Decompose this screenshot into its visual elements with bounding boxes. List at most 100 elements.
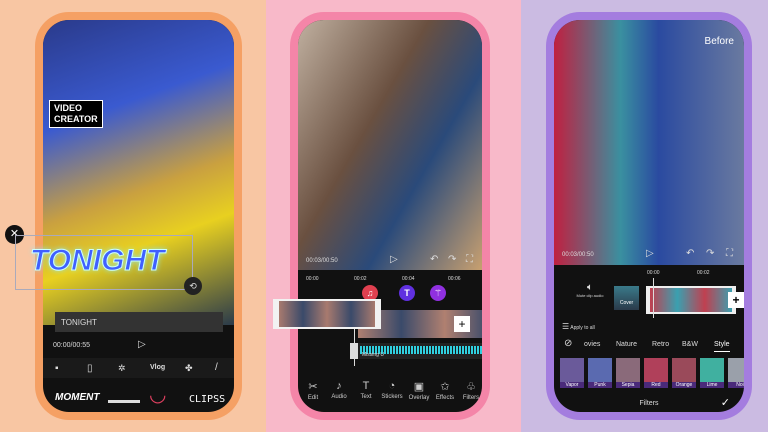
effects-star-icon: ✩ (440, 381, 450, 393)
tool-edit[interactable]: ✂ Edit (300, 380, 326, 401)
filter-punk[interactable]: Punk (588, 358, 612, 388)
brush-icon[interactable]: / (215, 362, 218, 373)
tool-stickers[interactable]: ◔ Stickers (379, 380, 405, 400)
text-t-icon: T (362, 380, 370, 392)
add-clip-button[interactable]: + (728, 292, 744, 308)
tool-audio[interactable]: ♪ Audio (326, 380, 352, 400)
template-icon[interactable]: ▪ (55, 363, 59, 374)
ratio-icon[interactable]: ▯ (87, 363, 93, 374)
mute-clip-button[interactable]: 🔈︎ Mute clip audio (576, 282, 604, 298)
undo-icon[interactable]: ↶ (430, 254, 438, 265)
tool-label: Effects (435, 395, 455, 401)
ruler-mark: 00:02 (697, 270, 710, 276)
style-smile[interactable]: ◡ (149, 382, 166, 407)
audio-label: Missing U (362, 352, 384, 358)
confirm-check-icon[interactable]: ✓ (721, 396, 730, 409)
category-tab-selected[interactable]: Style (714, 341, 730, 352)
filter-label: Lime (700, 382, 724, 388)
filter-label: Orange (672, 382, 696, 388)
filter-label: Noi (728, 382, 744, 388)
ruler-mark: 00:02 (354, 276, 367, 282)
timecode: 00:03/00:50 (562, 252, 594, 258)
phone-timeline: 00:03/00:50 ▷ ↶ ↷ ⛶ 00:00 00:02 00:04 00… (290, 12, 490, 420)
footer-title: Filters (639, 400, 659, 407)
ruler-mark: 00:00 (647, 270, 660, 276)
filter-label: Punk (588, 382, 612, 388)
apply-to-all-button[interactable]: ☰ Apply to all (562, 322, 595, 331)
filter-red[interactable]: Red (644, 358, 668, 388)
filter-label: Red (644, 382, 668, 388)
stickers-icon[interactable]: ✤ (185, 363, 193, 374)
tool-filters[interactable]: ♧ Filters (458, 380, 482, 401)
clip-track[interactable] (646, 286, 736, 314)
category-tab[interactable]: ovies (584, 341, 600, 348)
mute-label: Mute clip audio (576, 293, 604, 298)
music-note-icon: ♪ (336, 380, 342, 392)
filter-noi[interactable]: Noi (728, 358, 744, 388)
audio-track[interactable]: Missing U (350, 343, 482, 359)
filter-orange[interactable]: Orange (672, 358, 696, 388)
style-slider[interactable] (108, 400, 140, 403)
filter-vapor[interactable]: Vapor (560, 358, 584, 388)
filter-label: Vapor (560, 382, 584, 388)
tool-label: Edit (307, 395, 319, 401)
badge-line: CREATOR (54, 114, 98, 124)
speaker-icon: 🔈︎ (587, 282, 593, 293)
filter-sepia[interactable]: Sepia (616, 358, 640, 388)
text-input[interactable]: TONIGHT (55, 312, 223, 332)
add-clip-button[interactable]: + (454, 316, 470, 332)
tool-label: Overlay (408, 395, 430, 401)
play-button[interactable]: ▷ (646, 248, 654, 259)
phone-filters: Before 00:03/00:50 ▷ ↶ ↷ ⛶ 00:00 00:02 🔈… (546, 12, 752, 420)
effects-icon[interactable]: ✲ (118, 363, 126, 374)
tool-label: Text (360, 394, 372, 400)
redo-icon[interactable]: ↷ (706, 248, 714, 259)
sticker-icon: ◔ (388, 380, 396, 392)
tool-effects[interactable]: ✩ Effects (432, 380, 458, 401)
timecode: 00:03/00:50 (306, 258, 338, 264)
style-moment[interactable]: MOMENT (55, 392, 99, 403)
layers-icon: ☰ (562, 322, 570, 331)
timecode: 00:00/00:55 (53, 342, 90, 349)
text-icon[interactable]: T (399, 285, 415, 301)
undo-icon[interactable]: ↶ (686, 248, 694, 259)
phone-video-creator: VIDEO CREATOR TONIGHT 00:00/00:55 ▷ ▪ ▯ … (35, 12, 242, 420)
effect-wand-icon[interactable]: ⚚ (430, 285, 446, 301)
ruler-mark: 00:06 (448, 276, 461, 282)
style-clipss[interactable]: CLIPSS (189, 394, 225, 405)
redo-icon[interactable]: ↷ (448, 254, 456, 265)
fullscreen-icon[interactable]: ⛶ (726, 248, 733, 259)
category-tab[interactable]: Nature (616, 341, 637, 348)
tool-overlay[interactable]: ▣ Overlay (406, 380, 432, 401)
vlog-button[interactable]: Vlog (150, 364, 165, 371)
tool-label: Stickers (381, 394, 403, 400)
fullscreen-icon[interactable]: ⛶ (466, 254, 473, 265)
clip-thumbnails (650, 288, 732, 312)
resize-icon[interactable]: ⟲ (184, 277, 202, 295)
preview-photo (554, 20, 744, 265)
clip-thumbnails (279, 301, 375, 327)
play-button[interactable]: ▷ (138, 339, 146, 350)
tool-text[interactable]: T Text (353, 380, 379, 400)
selected-clip[interactable] (273, 299, 381, 329)
category-tab[interactable]: Retro (652, 341, 669, 348)
playhead[interactable] (653, 278, 654, 318)
category-tab[interactable]: B&W (682, 341, 698, 348)
tonight-title-text: TONIGHT (29, 244, 165, 278)
no-filter-icon[interactable]: ⊘ (564, 338, 572, 349)
play-button[interactable]: ▷ (390, 254, 398, 265)
scissors-icon: ✂ (308, 381, 318, 393)
cover-button[interactable]: Cover (614, 286, 639, 310)
ruler-mark: 00:04 (402, 276, 415, 282)
overlay-icon: ▣ (413, 381, 425, 393)
tool-row: ▪ ▯ ✲ Vlog ✤ / (43, 358, 234, 378)
badge-line: VIDEO (54, 103, 83, 113)
filter-label: Sepia (616, 382, 640, 388)
video-creator-badge: VIDEO CREATOR (49, 100, 103, 128)
filters-icon: ♧ (466, 381, 476, 393)
ruler-mark: 00:00 (306, 276, 319, 282)
tool-label: Audio (331, 394, 347, 400)
filter-lime[interactable]: Lime (700, 358, 724, 388)
apply-label: Apply to all (570, 325, 595, 331)
before-label: Before (704, 36, 734, 47)
